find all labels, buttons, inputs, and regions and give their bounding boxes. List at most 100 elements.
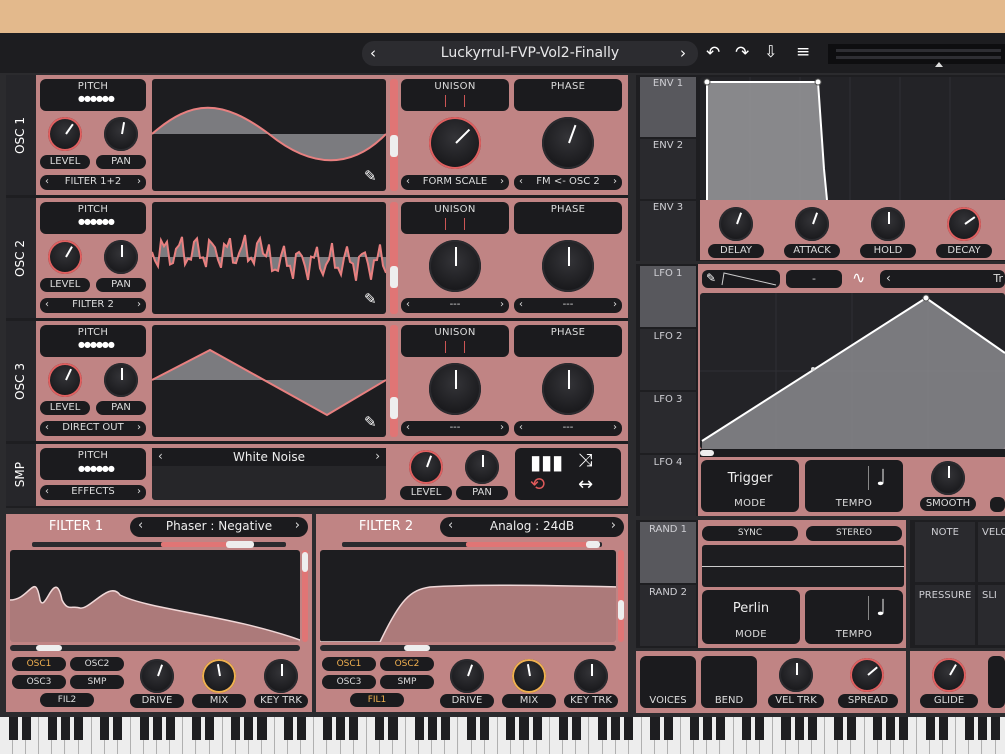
osc-wave-display[interactable] (151, 325, 387, 437)
piano-black-key[interactable] (781, 717, 791, 740)
piano-black-key[interactable] (873, 717, 883, 740)
chevron-right-icon[interactable]: › (613, 298, 617, 312)
piano-black-key[interactable] (663, 717, 673, 740)
piano-black-key[interactable] (336, 717, 346, 740)
piano-black-key[interactable] (165, 717, 175, 740)
piano-black-key[interactable] (624, 717, 634, 740)
piano-black-key[interactable] (113, 717, 123, 740)
filter1-keytrk-knob[interactable] (264, 659, 298, 693)
piano-black-key[interactable] (231, 717, 241, 740)
osc-mod1-select[interactable]: ‹ --- › (401, 421, 509, 436)
smp-sample-bar[interactable]: ‹ White Noise › (152, 448, 386, 466)
bounce-icon[interactable]: ↔ (578, 474, 593, 495)
osc-mod2-knob[interactable] (542, 240, 594, 292)
filter2-gain-slider[interactable] (618, 550, 624, 642)
filter2-gain-handle[interactable] (618, 600, 624, 620)
pencil-icon[interactable]: ✎ (364, 167, 377, 185)
osc-gain-slider[interactable] (390, 202, 398, 314)
piano-black-key[interactable] (244, 717, 254, 740)
osc-mod2-select[interactable]: ‹ --- › (514, 298, 622, 313)
piano-black-key[interactable] (715, 717, 726, 740)
mpe-pressure-tab[interactable]: PRESSURE (915, 585, 975, 645)
piano-black-key[interactable] (349, 717, 359, 740)
piano-black-key[interactable] (519, 717, 529, 740)
osc-route-select[interactable]: ‹ FILTER 2 › (40, 298, 146, 313)
filter2-input-fil[interactable]: FIL1 (350, 693, 404, 707)
osc-level-knob[interactable] (48, 240, 82, 274)
chevron-left-icon[interactable]: ‹ (406, 298, 410, 312)
filter1-input-smp[interactable]: SMP (70, 675, 124, 689)
osc-level-knob[interactable] (48, 117, 82, 151)
lfo-phase-bar[interactable] (700, 449, 1005, 457)
filter2-mix-knob[interactable] (512, 659, 546, 693)
piano-black-key[interactable] (571, 717, 581, 740)
osc-route-select[interactable]: ‹ FILTER 1+2 › (40, 175, 146, 190)
osc-mod2-knob[interactable] (542, 363, 594, 415)
filter1-input-osc3[interactable]: OSC3 (12, 675, 66, 689)
osc-mod1-knob[interactable] (429, 117, 481, 169)
piano-black-key[interactable] (702, 717, 712, 740)
piano-black-key[interactable] (47, 717, 57, 740)
osc-gain-handle[interactable] (390, 135, 398, 157)
rand-sync-button[interactable]: SYNC (702, 526, 798, 541)
piano-black-key[interactable] (807, 717, 817, 740)
chevron-right-icon[interactable]: › (613, 421, 617, 435)
lfo-smooth-knob[interactable] (931, 461, 965, 495)
chevron-right-icon[interactable]: › (137, 175, 141, 189)
smp-pan-knob[interactable] (465, 450, 499, 484)
filter2-type-select[interactable]: ‹ Analog : 24dB › (440, 517, 624, 537)
filter2-cutoff-handle[interactable] (404, 645, 430, 651)
piano-black-key[interactable] (74, 717, 84, 740)
pencil-icon[interactable]: ✎ (364, 413, 377, 431)
piano-black-key[interactable] (899, 717, 909, 740)
chevron-left-icon[interactable]: ‹ (45, 175, 49, 189)
piano-black-key[interactable] (558, 717, 568, 740)
filter1-input-osc2[interactable]: OSC2 (70, 657, 124, 671)
filter1-input-osc1[interactable]: OSC1 (12, 657, 66, 671)
filter2-response-display[interactable] (320, 550, 621, 643)
piano-black-key[interactable] (322, 717, 333, 740)
redo-icon[interactable]: ↷ (735, 43, 749, 63)
osc-gain-handle[interactable] (390, 397, 398, 419)
mpe-note-tab[interactable]: NOTE (915, 522, 975, 582)
chevron-left-icon[interactable]: ‹ (45, 298, 49, 312)
osc-wave-display[interactable] (151, 79, 387, 191)
osc-pan-knob[interactable] (104, 117, 138, 151)
piano-black-key[interactable] (283, 717, 293, 740)
piano-black-key[interactable] (100, 717, 110, 740)
piano-black-key[interactable] (388, 717, 398, 740)
piano-black-key[interactable] (139, 717, 149, 740)
piano-black-key[interactable] (846, 717, 857, 740)
chevron-right-icon[interactable]: › (613, 175, 617, 189)
piano-black-key[interactable] (650, 717, 660, 740)
env-attack-knob[interactable] (795, 207, 829, 241)
spread-knob[interactable] (850, 658, 884, 692)
save-icon[interactable]: ⇩ (764, 42, 777, 61)
piano-black-key[interactable] (205, 717, 215, 740)
env-hold-knob[interactable] (871, 207, 905, 241)
preset-prev-icon[interactable]: ‹ (370, 44, 376, 62)
filter2-cutoff-bar[interactable] (320, 645, 616, 651)
osc-mod2-select[interactable]: ‹ --- › (514, 421, 622, 436)
osc-gain-handle[interactable] (390, 266, 398, 288)
filter1-drive-knob[interactable] (140, 659, 174, 693)
piano-black-key[interactable] (414, 717, 424, 740)
pencil-icon[interactable]: ✎ (706, 271, 716, 285)
glide-extra[interactable] (988, 656, 1005, 708)
filter1-cutoff-handle[interactable] (36, 645, 62, 651)
lfo-extra[interactable] (990, 497, 1005, 512)
piano-black-key[interactable] (257, 717, 267, 740)
veltrk-knob[interactable] (779, 658, 813, 692)
rand-stereo-button[interactable]: STEREO (806, 526, 902, 541)
filter2-blend-handle[interactable] (586, 541, 600, 548)
piano-black-key[interactable] (427, 717, 437, 740)
lfo-preset-shape[interactable]: ✎ (702, 270, 780, 288)
chevron-right-icon[interactable]: › (611, 518, 616, 533)
piano-black-key[interactable] (191, 717, 202, 740)
piano-black-key[interactable] (532, 717, 542, 740)
menu-icon[interactable]: ≡ (796, 42, 810, 62)
smp-route[interactable]: ‹ EFFECTS › (40, 485, 146, 500)
undo-icon[interactable]: ↶ (706, 43, 720, 63)
lfo-shape-select[interactable]: ‹ Tr (880, 270, 1005, 288)
piano-black-key[interactable] (60, 717, 71, 740)
